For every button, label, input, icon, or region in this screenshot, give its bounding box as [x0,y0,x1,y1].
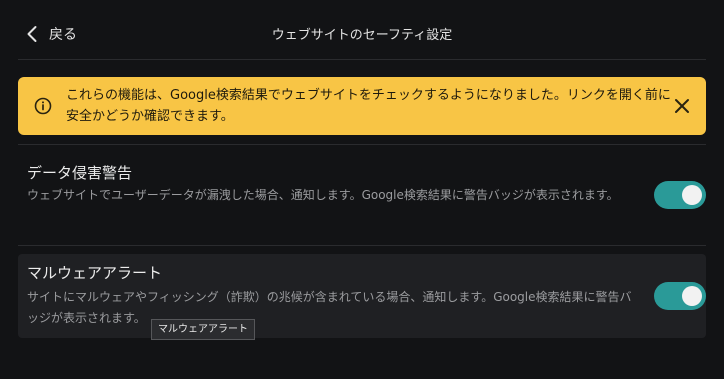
page-title: ウェブサイトのセーフティ設定 [271,28,453,43]
header: 戻る ウェブサイトのセーフティ設定 [0,0,724,60]
data-breach-toggle[interactable] [654,181,706,209]
banner-text: これらの機能は、Google検索結果でウェブサイトをチェックするようになりました… [66,88,671,124]
setting-description: ウェブサイトでユーザーデータが漏洩した場合、通知します。Google検索結果に警… [27,188,619,202]
close-icon[interactable] [674,98,690,114]
setting-data-breach-alert: データ侵害警告 ウェブサイトでユーザーデータが漏洩した場合、通知します。Goog… [18,150,706,242]
setting-description: サイトにマルウェアやフィッシング（詐欺）の兆候が含まれている場合、通知します。G… [27,290,632,325]
setting-title: マルウェアアラート [27,264,163,282]
malware-alert-toggle[interactable] [654,282,706,310]
setting-malware-alert: マルウェアアラート サイトにマルウェアやフィッシング（詐欺）の兆候が含まれている… [18,254,706,338]
tooltip: マルウェアアラート [151,319,255,340]
info-banner: これらの機能は、Google検索結果でウェブサイトをチェックするようになりました… [18,77,706,135]
divider [18,245,706,246]
divider [18,59,706,60]
setting-title: データ侵害警告 [27,164,133,182]
info-icon [34,97,52,115]
toggle-knob [682,286,702,306]
toggle-knob [682,185,702,205]
divider [18,144,706,145]
settings-page: 戻る ウェブサイトのセーフティ設定 これらの機能は、Google検索結果でウェブ… [0,0,724,379]
